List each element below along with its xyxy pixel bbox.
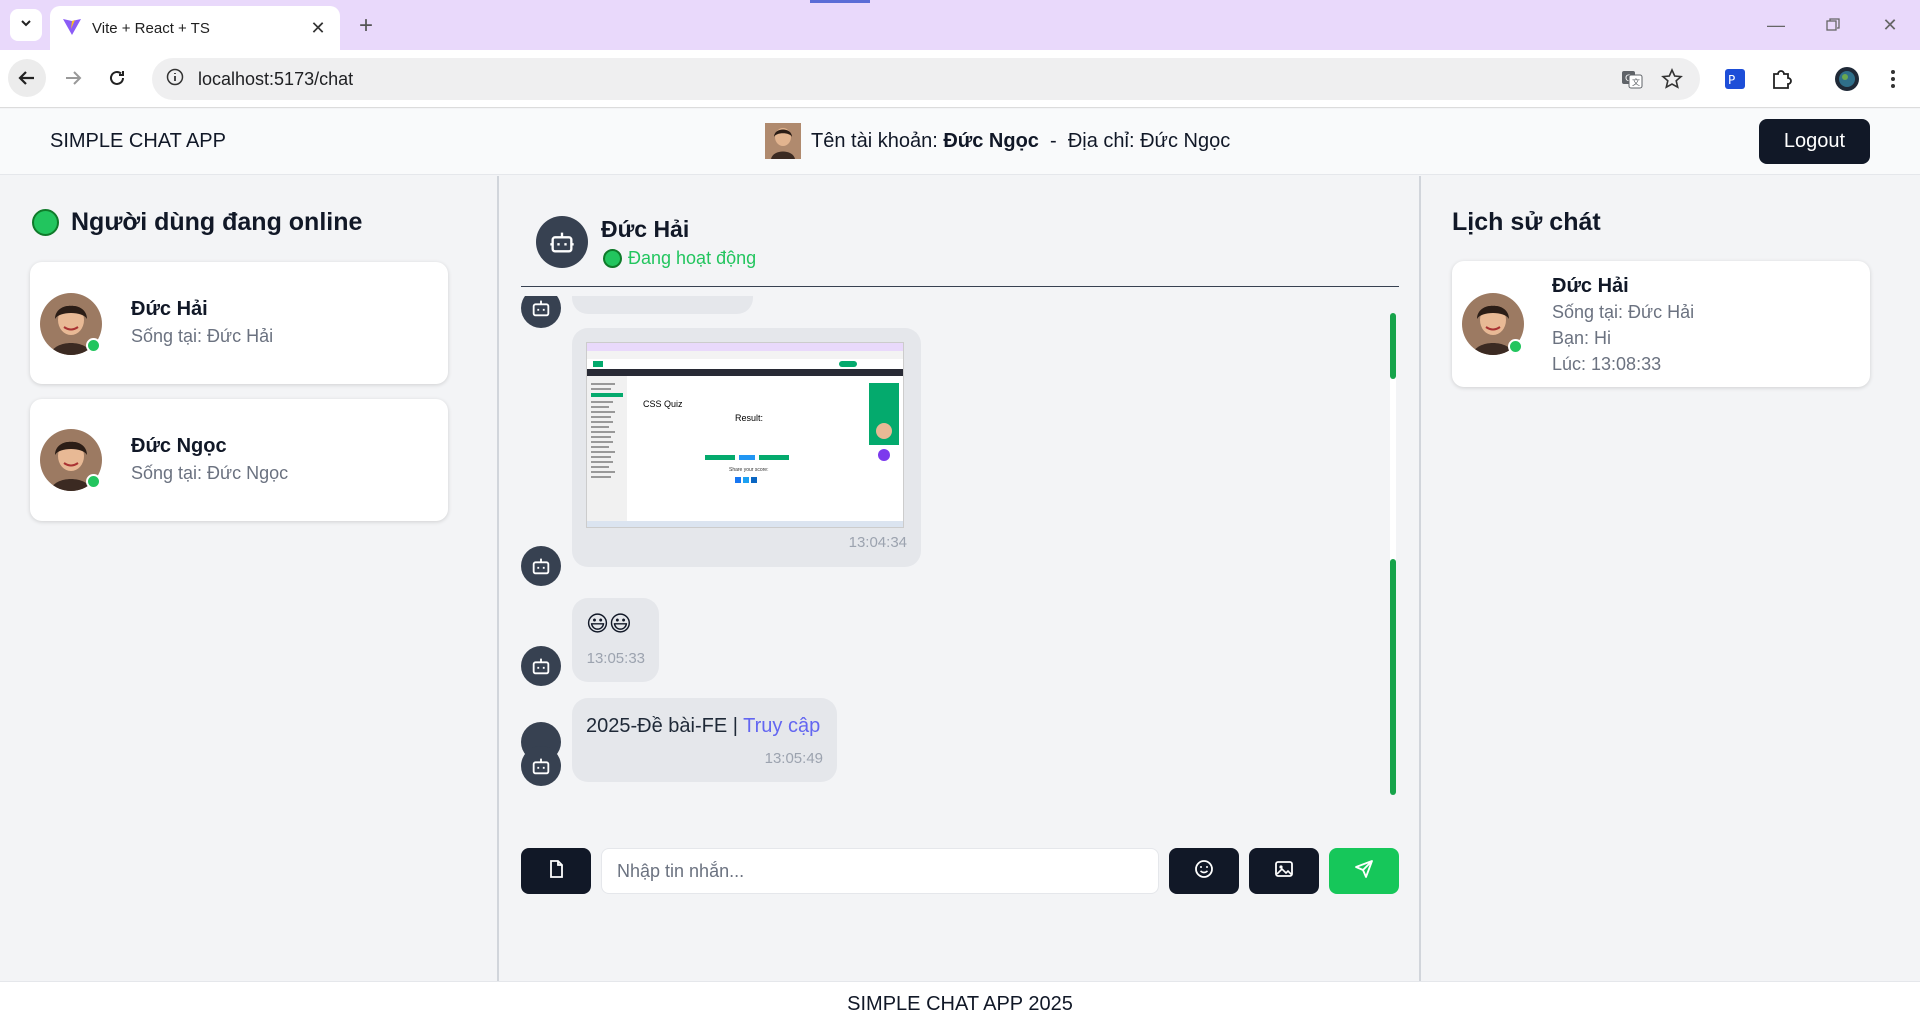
history-location: Sống tại: Đức Hải xyxy=(1552,302,1695,322)
history-user-name: Đức Hải xyxy=(1552,275,1629,297)
online-users-panel: Người dùng đang online Đức Hải Sống tại:… xyxy=(0,176,499,981)
address-bar[interactable]: localhost:5173/chat xyxy=(152,58,1700,100)
browser-tabstrip: Vite + React + TS ✕ + — ✕ xyxy=(0,0,1920,50)
chat-panel: Đức Hải Đang hoạt động CSS Quiz Result: … xyxy=(501,176,1419,981)
svg-text:P: P xyxy=(1728,73,1735,87)
chat-divider xyxy=(521,286,1399,287)
message-composer xyxy=(521,848,1399,894)
account-label: Tên tài khoản: xyxy=(811,129,938,152)
account-info: Tên tài khoản: Đức Ngọc - Địa chỉ: Đức N… xyxy=(765,123,1230,159)
online-title: Người dùng đang online xyxy=(32,208,362,237)
history-item[interactable]: Đức Hải Sống tại: Đức Hải Bạn: Hi Lúc: 1… xyxy=(1452,261,1870,387)
close-icon[interactable]: ✕ xyxy=(308,18,328,39)
user-location: Sống tại: Đức Hải xyxy=(131,326,274,346)
message-list[interactable]: CSS Quiz Result: Share your score: 13:04… xyxy=(501,296,1419,796)
image-message[interactable]: CSS Quiz Result: Share your score: 13:04… xyxy=(572,328,921,567)
user-name: Đức Ngọc xyxy=(131,435,227,457)
message-time: 13:05:33 xyxy=(586,650,645,667)
message-scrollbar[interactable] xyxy=(1390,313,1396,795)
history-time: Lúc: 13:08:33 xyxy=(1552,354,1662,374)
message-bubble: 2025-Đề bài-FE | Truy cập 13:05:49 xyxy=(572,698,837,782)
screenshot-thumbnail[interactable]: CSS Quiz Result: Share your score: xyxy=(586,342,904,528)
preview-result-label: Result: xyxy=(735,413,764,423)
emoji-icon xyxy=(1194,859,1214,884)
online-indicator-icon xyxy=(32,209,59,236)
online-status-dot xyxy=(1508,339,1523,354)
brand-title: SIMPLE CHAT APP xyxy=(50,130,226,152)
app-header: SIMPLE CHAT APP Tên tài khoản: Đức Ngọc … xyxy=(0,109,1920,175)
robot-icon xyxy=(521,546,561,586)
profile-icon[interactable] xyxy=(1832,64,1862,94)
back-icon[interactable] xyxy=(8,59,46,97)
emoji-button[interactable] xyxy=(1169,848,1239,894)
online-indicator-icon xyxy=(603,249,622,268)
svg-text:文: 文 xyxy=(1632,77,1640,87)
puzzle-icon[interactable] xyxy=(1766,64,1796,94)
file-link[interactable]: Truy cập xyxy=(743,715,820,737)
preview-share-label: Share your score: xyxy=(729,467,769,473)
minimize-icon[interactable]: — xyxy=(1763,12,1789,38)
online-status-dot xyxy=(86,338,101,353)
preview-quiz-title: CSS Quiz xyxy=(643,399,683,409)
file-icon xyxy=(546,859,566,884)
extension-icon[interactable]: P xyxy=(1720,64,1750,94)
robot-icon xyxy=(536,216,588,268)
avatar xyxy=(765,123,801,159)
url-text: localhost:5173/chat xyxy=(198,68,354,89)
message-text: 😃😃 xyxy=(586,612,632,637)
tab-search-button[interactable] xyxy=(10,9,42,41)
chevron-down-icon xyxy=(19,16,33,35)
attach-image-button[interactable] xyxy=(1249,848,1319,894)
online-user-card[interactable]: Đức Hải Sống tại: Đức Hải xyxy=(30,262,448,384)
star-icon[interactable] xyxy=(1657,64,1687,94)
send-icon xyxy=(1354,859,1374,884)
browser-toolbar: localhost:5173/chat G文 P xyxy=(0,50,1920,108)
robot-icon xyxy=(521,746,561,786)
menu-icon[interactable] xyxy=(1878,64,1908,94)
plus-icon[interactable]: + xyxy=(354,12,378,40)
chat-partner-name: Đức Hải xyxy=(601,216,690,242)
site-info-icon[interactable] xyxy=(166,68,184,91)
message-text: 2025-Đề bài-FE | Truy cập xyxy=(586,715,820,738)
translate-icon[interactable]: G文 xyxy=(1617,64,1647,94)
online-title-text: Người dùng đang online xyxy=(71,208,363,236)
send-button[interactable] xyxy=(1329,848,1399,894)
reload-icon[interactable] xyxy=(98,59,136,97)
scroll-track-fill xyxy=(1390,559,1396,795)
browser-tab[interactable]: Vite + React + TS ✕ xyxy=(50,6,340,50)
message-input[interactable] xyxy=(601,848,1159,894)
online-status-dot xyxy=(86,474,101,489)
chat-partner-status: Đang hoạt động xyxy=(603,248,756,269)
message-time: 13:05:49 xyxy=(764,750,823,767)
history-title: Lịch sử chát xyxy=(1452,208,1601,236)
message-time: 13:04:34 xyxy=(848,534,907,551)
message-bubble xyxy=(572,296,753,314)
user-name: Đức Hải xyxy=(131,298,208,320)
restore-icon[interactable] xyxy=(1820,12,1846,38)
file-name: 2025-Đề bài-FE | xyxy=(586,715,738,737)
vite-logo-icon xyxy=(62,16,82,41)
account-name: Đức Ngọc xyxy=(943,129,1039,152)
history-last-message: Bạn: Hi xyxy=(1552,328,1612,348)
address-value: Đức Ngọc xyxy=(1140,129,1231,152)
status-text: Đang hoạt động xyxy=(628,248,757,268)
chat-history-panel: Lịch sử chát Đức Hải Sống tại: Đức Hải B… xyxy=(1419,176,1920,981)
window-close-icon[interactable]: ✕ xyxy=(1877,12,1903,38)
logout-button[interactable]: Logout xyxy=(1759,119,1870,164)
forward-icon[interactable] xyxy=(54,59,92,97)
tab-title: Vite + React + TS xyxy=(92,19,210,37)
user-location: Sống tại: Đức Ngọc xyxy=(131,463,289,483)
robot-icon xyxy=(521,646,561,686)
scroll-thumb[interactable] xyxy=(1390,313,1396,379)
robot-icon xyxy=(521,296,561,328)
footer: SIMPLE CHAT APP 2025 xyxy=(0,981,1920,1027)
online-user-card[interactable]: Đức Ngọc Sống tại: Đức Ngọc xyxy=(30,399,448,521)
tab-indicator xyxy=(810,0,870,3)
attach-file-button[interactable] xyxy=(521,848,591,894)
address-label: Địa chỉ: xyxy=(1067,129,1135,152)
message-bubble: 😃😃 13:05:33 xyxy=(572,598,659,682)
header-separator: - xyxy=(1050,129,1057,152)
image-icon xyxy=(1274,859,1294,884)
